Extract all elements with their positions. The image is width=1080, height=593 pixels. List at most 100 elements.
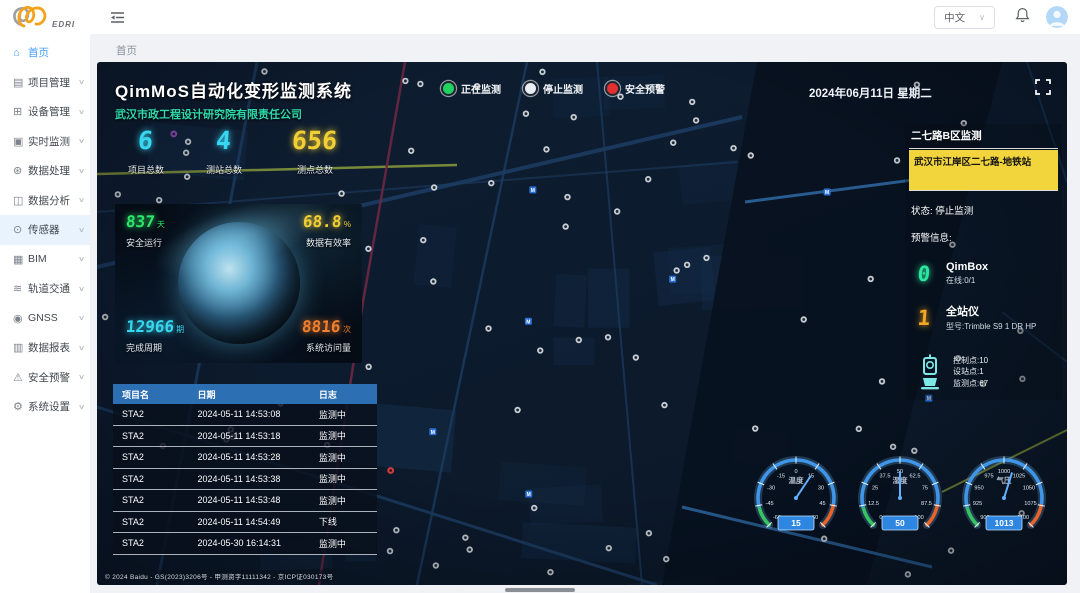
sidebar-item-label: 传感器 <box>28 222 60 237</box>
stat-value: 6 <box>137 128 154 154</box>
svg-text:1075: 1075 <box>1024 501 1036 507</box>
svg-text:M: M <box>671 277 675 283</box>
stat-label: 测点总数 <box>263 163 367 176</box>
sidebar-item-project[interactable]: ▤项目管理∨ <box>0 68 90 98</box>
language-select[interactable]: 中文 ∨ <box>934 6 995 29</box>
kpi-unit: 次 <box>343 325 351 334</box>
sidebar-item-label: 首页 <box>28 45 49 60</box>
svg-text:87.5: 87.5 <box>921 501 932 507</box>
chevron-down-icon: ∨ <box>78 196 85 204</box>
sidebar-item-alert[interactable]: ⚠安全预警 ∨ <box>0 363 90 393</box>
legend-item: 停止监测 <box>525 81 583 96</box>
stat-label: 测站总数 <box>185 163 263 176</box>
divider <box>909 148 1058 149</box>
sidebar-item-label: BIM <box>28 253 47 265</box>
svg-text:1025: 1025 <box>1013 473 1025 479</box>
kpi-数据有效率: 68.8%数据有效率 <box>303 213 351 249</box>
table-row[interactable]: STA22024-05-11 14:53:18监测中 <box>113 426 377 448</box>
site-status: 状态: 停止监测 <box>911 203 1058 217</box>
horizontal-scrollbar[interactable] <box>505 588 575 592</box>
table-row[interactable]: STA22024-05-11 14:53:48监测中 <box>113 490 377 512</box>
gauge-temperature: -60-45-30-15015304560温度15 <box>745 450 847 550</box>
legend-item: 安全预警 <box>607 81 665 96</box>
sidebar-item-home[interactable]: ⌂首页 <box>0 38 90 68</box>
legend-dot-icon <box>443 83 454 94</box>
sidebar-item-label: 轨道交通 <box>28 281 70 296</box>
sidebar-item-rail[interactable]: ≋轨道交通∨ <box>0 274 90 304</box>
table-cell: 下线 <box>319 515 377 528</box>
table-row[interactable]: STA22024-05-30 16:14:31监测中 <box>113 533 377 555</box>
sidebar-item-label: GNSS <box>28 312 58 324</box>
stat-测站总数: 4测站总数 <box>185 128 263 176</box>
kpi-value: 837 <box>125 213 155 230</box>
svg-text:25: 25 <box>872 485 878 491</box>
sidebar-item-device[interactable]: ⊞设备管理∨ <box>0 97 90 127</box>
table-row[interactable]: STA22024-05-11 14:53:08监测中 <box>113 404 377 426</box>
sidebar-item-report[interactable]: ▥数据报表∨ <box>0 333 90 363</box>
alert-icon: ⚠ <box>13 371 28 384</box>
svg-text:950: 950 <box>974 485 983 491</box>
notification-bell-icon[interactable] <box>1015 7 1030 28</box>
sidebar-item-settings[interactable]: ⚙系统设置∨ <box>0 392 90 422</box>
stat-项目总数: 6项目总数 <box>107 128 185 176</box>
bim-icon: ▦ <box>13 253 28 266</box>
station-summary: 控制点:10设站点:1监测点:67 <box>917 354 1058 390</box>
chart-icon: ◫ <box>13 194 28 207</box>
fullscreen-icon[interactable] <box>1035 79 1051 100</box>
svg-text:1000: 1000 <box>998 469 1010 475</box>
table-row[interactable]: STA22024-05-11 14:53:28监测中 <box>113 447 377 469</box>
legend-item: 正在监测 <box>443 81 501 96</box>
gauge-pressure: 90092595097510001025105010751100气压1013 <box>953 450 1055 550</box>
table-cell: 2024-05-30 16:14:31 <box>197 538 318 548</box>
svg-text:-45: -45 <box>765 501 773 507</box>
kpi-unit: 期 <box>176 325 184 334</box>
device-detail: 在线:0/1 <box>946 275 988 286</box>
chevron-down-icon: ∨ <box>78 373 85 381</box>
device-count: 1 <box>910 306 938 330</box>
sidebar-item-processing[interactable]: ⊛数据处理∨ <box>0 156 90 186</box>
table-col-header: 项目名 <box>113 388 197 401</box>
sidebar-item-sensor[interactable]: ⊙传感器∨ <box>0 215 90 245</box>
table-cell: STA2 <box>113 431 197 441</box>
table-cell: 2024-05-11 14:53:48 <box>197 495 318 505</box>
sidebar-item-gnss[interactable]: ◉GNSS∨ <box>0 304 90 334</box>
sidebar-item-label: 数据处理 <box>28 163 70 178</box>
divider <box>909 190 1058 191</box>
table-cell: 2024-05-11 14:54:49 <box>197 517 318 527</box>
device-name: QimBox <box>946 261 988 273</box>
sidebar-item-label: 系统设置 <box>28 399 70 414</box>
kpi-label: 数据有效率 <box>303 236 351 249</box>
table-header: 项目名日期日志 <box>113 384 377 404</box>
table-cell: STA2 <box>113 517 197 527</box>
dashboard-map[interactable]: MMMMMMM QimMoS自动化变形监测系统 武汉市政工程设计研究院有限责任公… <box>97 62 1067 585</box>
total-station-icon <box>917 354 943 390</box>
chevron-down-icon: ∨ <box>78 167 85 175</box>
environment-gauges: -60-45-30-15015304560温度15012.52537.55062… <box>745 450 1055 550</box>
svg-text:30: 30 <box>818 485 824 491</box>
user-avatar[interactable] <box>1046 6 1068 28</box>
sidebar-item-bim[interactable]: ▦BIM∨ <box>0 245 90 275</box>
sidebar-item-label: 安全预警 <box>28 370 70 385</box>
table-row[interactable]: STA22024-05-11 14:54:49下线 <box>113 512 377 534</box>
table-cell: STA2 <box>113 495 197 505</box>
sidebar-item-label: 数据分析 <box>28 193 70 208</box>
dashboard-date: 2024年06月11日 星期二 <box>809 85 932 101</box>
table-row[interactable]: STA22024-05-11 14:53:38监测中 <box>113 469 377 491</box>
chevron-down-icon: ∨ <box>979 13 985 22</box>
table-cell: STA2 <box>113 409 197 419</box>
home-icon: ⌂ <box>13 47 28 59</box>
device-icon: ⊞ <box>13 105 28 118</box>
kpi-value: 8816 <box>302 318 342 335</box>
sidebar-item-label: 项目管理 <box>28 75 70 90</box>
device-count: 0 <box>910 262 938 286</box>
sidebar-item-realtime[interactable]: ▣实时监测∨ <box>0 127 90 157</box>
sidebar-collapse-icon[interactable] <box>110 11 125 24</box>
monitor-log-table[interactable]: 项目名日期日志 STA22024-05-11 14:53:08监测中STA220… <box>113 384 377 555</box>
sidebar-item-analysis[interactable]: ◫数据分析 ∨ <box>0 186 90 216</box>
table-cell: 2024-05-11 14:53:08 <box>197 409 318 419</box>
svg-text:37.5: 37.5 <box>880 473 891 479</box>
selected-site-item[interactable]: 武汉市江岸区二七路-地铁站 <box>909 150 1058 190</box>
legend-dot-icon <box>525 83 536 94</box>
svg-text:-15: -15 <box>777 473 785 479</box>
legend-label: 正在监测 <box>461 81 501 96</box>
